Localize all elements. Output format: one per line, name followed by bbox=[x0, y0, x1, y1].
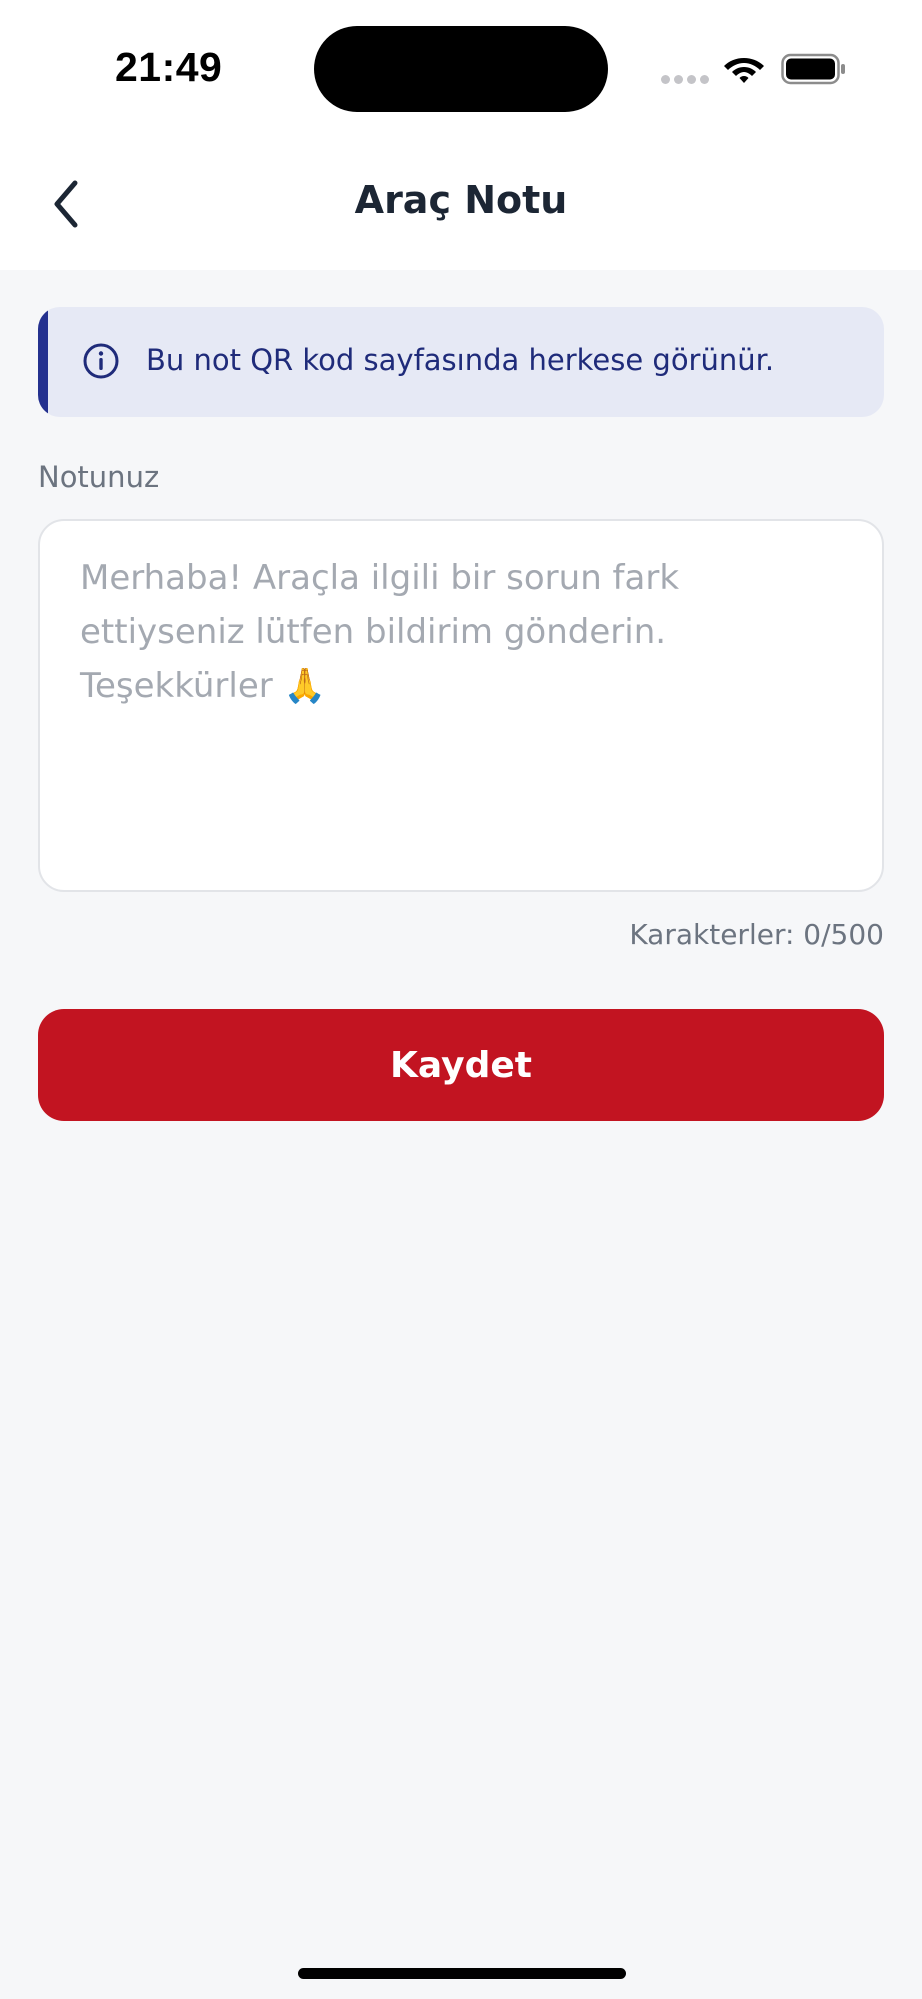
save-button[interactable]: Kaydet bbox=[38, 1009, 884, 1121]
info-banner-text: Bu not QR kod sayfasında herkese görünür… bbox=[146, 343, 775, 377]
status-bar: 21:49 bbox=[0, 0, 922, 140]
info-banner: Bu not QR kod sayfasında herkese görünür… bbox=[38, 307, 884, 417]
character-counter: Karakterler: 0/500 bbox=[629, 918, 884, 951]
page-title: Araç Notu bbox=[354, 178, 568, 222]
info-circle-icon bbox=[83, 343, 119, 379]
note-textarea[interactable] bbox=[38, 519, 884, 892]
note-field-label: Notunuz bbox=[38, 460, 160, 494]
home-indicator bbox=[298, 1968, 626, 1979]
dynamic-island bbox=[314, 26, 608, 112]
status-time: 21:49 bbox=[115, 44, 223, 90]
battery-icon bbox=[781, 53, 845, 85]
cellular-signal-icon bbox=[661, 75, 709, 84]
nav-bar: Araç Notu bbox=[0, 140, 922, 270]
wifi-icon bbox=[724, 58, 764, 83]
